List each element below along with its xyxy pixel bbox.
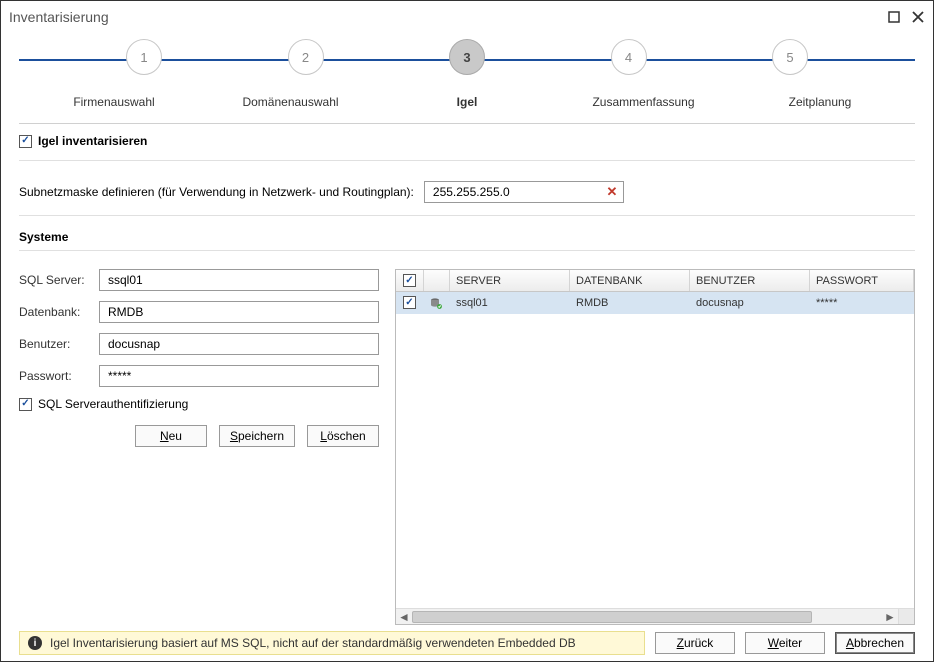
row-status-icon-cell <box>424 292 450 313</box>
sql-server-input[interactable] <box>99 269 379 291</box>
wizard-step-5[interactable]: 5 <box>725 39 855 75</box>
subnet-input-field[interactable] <box>431 182 601 202</box>
back-button[interactable]: Zurück <box>655 632 735 654</box>
header-user[interactable]: BENUTZER <box>690 270 810 291</box>
system-form: SQL Server: Datenbank: Benutzer: Passwor… <box>19 269 379 625</box>
divider <box>19 215 915 216</box>
step-label: Zusammenfassung <box>559 95 729 109</box>
password-label: Passwort: <box>19 369 99 383</box>
cell-database: RMDB <box>570 292 690 313</box>
systems-heading: Systeme <box>19 230 915 244</box>
info-message: Igel Inventarisierung basiert auf MS SQL… <box>50 636 576 650</box>
igel-enable-row: Igel inventarisieren <box>19 134 915 148</box>
wizard-step-2[interactable]: 2 <box>241 39 371 75</box>
cell-server: ssql01 <box>450 292 570 313</box>
user-field[interactable] <box>106 334 372 354</box>
header-database[interactable]: DATENBANK <box>570 270 690 291</box>
database-label: Datenbank: <box>19 305 99 319</box>
scroll-thumb[interactable] <box>412 611 812 623</box>
sql-server-field[interactable] <box>106 270 372 290</box>
clear-subnet-icon[interactable]: ✕ <box>604 184 620 200</box>
cancel-button[interactable]: Abbrechen <box>835 632 915 654</box>
step-circle: 1 <box>126 39 162 75</box>
header-icon-col <box>424 270 450 291</box>
user-label: Benutzer: <box>19 337 99 351</box>
step-label: Igel <box>382 95 552 109</box>
scroll-corner <box>898 609 914 625</box>
user-input[interactable] <box>99 333 379 355</box>
igel-enable-label: Igel inventarisieren <box>38 134 147 148</box>
cell-user: docusnap <box>690 292 810 313</box>
igel-enable-checkbox[interactable] <box>19 135 32 148</box>
wizard-content: 1 2 3 4 5 Firmenauswahl Domänenauswahl Igel Zus… <box>1 33 933 661</box>
title-bar: Inventarisierung <box>1 1 933 33</box>
sql-auth-checkbox[interactable] <box>19 398 32 411</box>
wizard-steps: 1 2 3 4 5 <box>19 39 915 89</box>
wizard-step-3[interactable]: 3 <box>402 39 532 75</box>
subnet-row: Subnetzmaske definieren (für Verwendung … <box>19 181 915 203</box>
wizard-step-labels: Firmenauswahl Domänenauswahl Igel Zusammenf… <box>19 95 915 109</box>
table-row[interactable]: ssql01RMDBdocusnap***** <box>396 292 914 314</box>
divider <box>19 160 915 161</box>
header-password[interactable]: PASSWORT <box>810 270 914 291</box>
maximize-icon[interactable] <box>887 10 901 24</box>
step-circle: 5 <box>772 39 808 75</box>
divider <box>19 123 915 124</box>
scroll-left-icon[interactable]: ◄ <box>396 609 412 625</box>
delete-button[interactable]: Löschen <box>307 425 379 447</box>
password-field[interactable] <box>106 366 372 386</box>
step-circle: 3 <box>449 39 485 75</box>
horizontal-scrollbar[interactable]: ◄ ► <box>396 608 914 624</box>
divider <box>19 250 915 251</box>
step-circle: 2 <box>288 39 324 75</box>
close-icon[interactable] <box>911 10 925 24</box>
wizard-window: Inventarisierung 1 2 3 4 5 Firmenauswahl Domä… <box>0 0 934 662</box>
info-bar: i Igel Inventarisierung basiert auf MS S… <box>19 631 645 655</box>
subnet-label: Subnetzmaske definieren (für Verwendung … <box>19 185 414 199</box>
wizard-step-1[interactable]: 1 <box>79 39 209 75</box>
info-icon: i <box>28 636 42 650</box>
step-circle: 4 <box>611 39 647 75</box>
row-checkbox[interactable] <box>403 296 416 309</box>
header-server[interactable]: SERVER <box>450 270 570 291</box>
step-label: Zeitplanung <box>735 95 905 109</box>
systems-table-column: SERVER DATENBANK BENUTZER PASSWORT ssql0… <box>395 269 915 625</box>
database-ok-icon <box>430 297 442 309</box>
sql-server-label: SQL Server: <box>19 273 99 287</box>
subnet-input[interactable] <box>424 181 624 203</box>
systems-table: SERVER DATENBANK BENUTZER PASSWORT ssql0… <box>395 269 915 625</box>
select-all-checkbox[interactable] <box>403 274 416 287</box>
table-header-row: SERVER DATENBANK BENUTZER PASSWORT <box>396 270 914 292</box>
scroll-track[interactable] <box>412 609 882 625</box>
database-input[interactable] <box>99 301 379 323</box>
table-body: ssql01RMDBdocusnap***** <box>396 292 914 314</box>
sql-auth-label: SQL Serverauthentifizierung <box>38 397 188 411</box>
step-label: Domänenauswahl <box>206 95 376 109</box>
wizard-footer: i Igel Inventarisierung basiert auf MS S… <box>19 625 915 655</box>
password-input[interactable] <box>99 365 379 387</box>
save-button[interactable]: Speichern <box>219 425 295 447</box>
step-label: Firmenauswahl <box>29 95 199 109</box>
next-button[interactable]: Weiter <box>745 632 825 654</box>
row-checkbox-cell[interactable] <box>396 292 424 313</box>
scroll-right-icon[interactable]: ► <box>882 609 898 625</box>
new-button[interactable]: Neu <box>135 425 207 447</box>
header-checkbox-col[interactable] <box>396 270 424 291</box>
wizard-step-4[interactable]: 4 <box>564 39 694 75</box>
database-field[interactable] <box>106 302 372 322</box>
window-controls <box>887 10 925 24</box>
cell-password: ***** <box>810 292 914 313</box>
systems-area: SQL Server: Datenbank: Benutzer: Passwor… <box>19 269 915 625</box>
window-title: Inventarisierung <box>9 9 109 25</box>
